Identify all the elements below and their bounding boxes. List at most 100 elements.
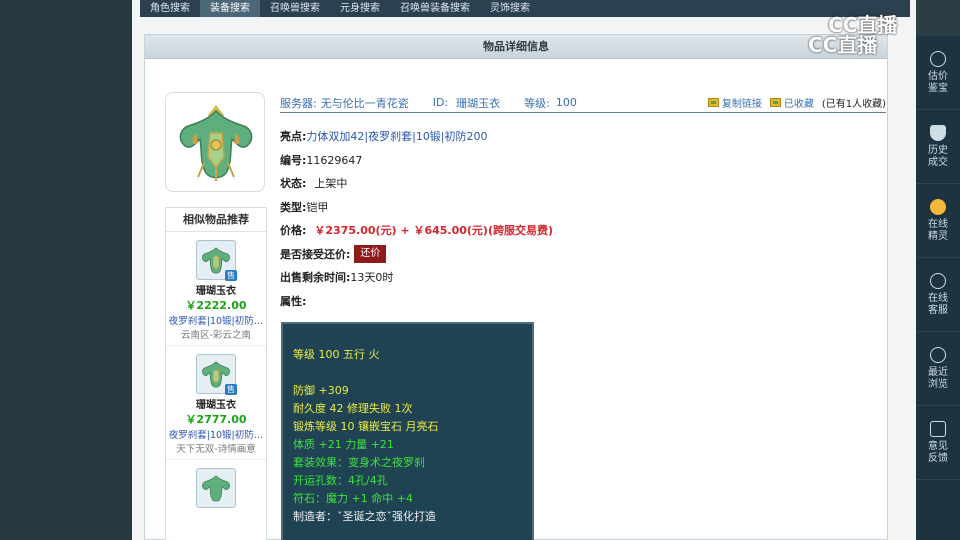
similar-item-icon[interactable]: 售 — [196, 240, 237, 281]
item-detail-list: 亮点: 力体双加42|夜罗刹套|10锻|初防200 编号: 11629647 状… — [280, 125, 880, 313]
attribute-line: 开运孔数：4孔/4孔 — [293, 474, 388, 487]
sidebar-item-online-service[interactable]: 在线客服 — [916, 258, 960, 332]
sidebar-item-label: 估价鉴宝 — [928, 70, 948, 94]
sale-badge: 售 — [225, 270, 237, 281]
status-value: 上架中 — [314, 177, 348, 190]
type-label: 类型: — [280, 200, 307, 214]
similar-item-icon[interactable]: 售 — [196, 354, 237, 395]
attribute-line: 体质 +21 力量 +21 — [293, 438, 394, 451]
favorite-count: (已有1人收藏) — [821, 99, 886, 110]
attribute-line: 防御 +309 — [293, 384, 349, 397]
tab-summon-search[interactable]: 召唤兽搜索 — [260, 0, 330, 17]
item-info-row: 服务器: 无与伦比一青花瓷 ID: 珊瑚玉衣 等级: 100 复制链接 已收藏 … — [280, 93, 886, 113]
attribute-line: 制造者：ˇ圣诞之恋ˇ强化打造 — [293, 510, 436, 523]
attribute-box: 等级 100 五行 火防御 +309 耐久度 42 修理失败 1次锻炼等级 10 … — [281, 322, 534, 540]
sidebar-item-label: 在线客服 — [928, 292, 948, 316]
list-item[interactable] — [166, 468, 266, 508]
serial-value: 11629647 — [306, 153, 363, 167]
favorite-button[interactable]: 已收藏 — [769, 95, 814, 110]
sidebar-item-recent[interactable]: 最近浏览 — [916, 332, 960, 406]
item-actions: 复制链接 已收藏 (已有1人收藏) — [707, 95, 886, 110]
attribute-line: 锻炼等级 10 镶嵌宝石 月亮石 — [293, 420, 439, 433]
tab-body-search[interactable]: 元身搜索 — [330, 0, 390, 17]
price-row: 价格: ￥2375.00(元) + ￥645.00(元)(跨服交易费) — [280, 219, 880, 243]
copy-link-icon — [707, 98, 719, 107]
attribute-line — [293, 364, 532, 382]
similar-items-title: 相似物品推荐 — [166, 208, 266, 232]
attribute-row: 属性: — [280, 290, 880, 314]
sidebar-item-label: 历史成交 — [928, 144, 948, 168]
remain-time-value: 13天0时 — [350, 271, 394, 284]
headset-icon — [930, 272, 946, 289]
sidebar-item-label: 最近浏览 — [928, 366, 948, 390]
price-value: ￥2375.00(元) + ￥645.00(元)(跨服交易费) — [314, 224, 553, 237]
similar-items: 相似物品推荐 售 珊瑚玉衣 ￥2222.00 夜罗刹套|10锻|初防… 云南区-… — [165, 207, 267, 540]
level-value: 100 — [555, 96, 577, 109]
similar-item-price: ￥2222.00 — [185, 299, 247, 312]
level-label: 等级: — [524, 96, 550, 110]
avatar-icon — [930, 198, 946, 215]
list-item[interactable]: 售 珊瑚玉衣 ￥2777.00 夜罗刹套|10锻|初防… 天下无双-诗情画意 — [166, 354, 266, 460]
tab-role-search[interactable]: 角色搜索 — [140, 0, 200, 17]
top-nav: 角色搜索 装备搜索 召唤兽搜索 元身搜索 召唤兽装备搜索 灵饰搜索 — [140, 0, 910, 17]
remain-time-row: 出售剩余时间: 13天0时 — [280, 266, 880, 290]
item-detail-panel: 物品详细信息 相似物品推荐 售 珊瑚玉衣 ￥2222.00 夜罗刹套|10锻|初… — [144, 34, 888, 540]
clock-icon — [930, 346, 946, 363]
serial-row: 编号: 11629647 — [280, 149, 880, 173]
similar-item-server: 天下无双-诗情画意 — [166, 441, 266, 460]
similar-item-tags[interactable]: 夜罗刹套|10锻|初防… — [166, 313, 266, 327]
similar-item-name[interactable]: 珊瑚玉衣 — [166, 282, 266, 297]
sidebar-item-label: 在线精灵 — [928, 218, 948, 242]
id-value: 珊瑚玉衣 — [456, 96, 501, 110]
right-sidebar: 估价鉴宝 历史成交 在线精灵 在线客服 最近浏览 意见反馈 — [916, 36, 960, 540]
serial-label: 编号: — [280, 153, 307, 167]
shield-icon — [930, 124, 946, 141]
similar-item-icon[interactable] — [196, 468, 236, 508]
copy-link-label: 复制链接 — [721, 99, 762, 110]
status-row: 状态: 上架中 — [280, 172, 880, 196]
similar-item-server: 云南区-彩云之南 — [166, 327, 266, 346]
type-row: 类型: 铠甲 — [280, 196, 880, 220]
server-value: 无与伦比一青花瓷 — [320, 96, 409, 110]
highlight-value[interactable]: 力体双加42|夜罗刹套|10锻|初防200 — [306, 125, 487, 149]
status-label: 状态: — [280, 177, 307, 190]
item-thumbnail — [165, 92, 265, 192]
similar-item-name[interactable]: 珊瑚玉衣 — [166, 396, 266, 411]
id-label: ID: — [432, 96, 449, 109]
remain-time-label: 出售剩余时间: — [280, 271, 351, 284]
attribute-line: 耐久度 42 修理失败 1次 — [293, 402, 413, 415]
sidebar-item-label: 意见反馈 — [928, 440, 948, 464]
sidebar-item-history[interactable]: 历史成交 — [916, 110, 960, 184]
price-label: 价格: — [280, 224, 307, 237]
highlight-label: 亮点: — [280, 130, 307, 143]
armor-icon — [202, 475, 230, 502]
list-item[interactable]: 售 珊瑚玉衣 ￥2222.00 夜罗刹套|10锻|初防… 云南区-彩云之南 — [166, 240, 266, 346]
type-value: 铠甲 — [306, 200, 329, 214]
watermark-logo: CC直播 — [808, 33, 878, 57]
armor-icon — [179, 105, 253, 181]
tab-ornament-search[interactable]: 灵饰搜索 — [480, 0, 540, 17]
attribute-label: 属性: — [280, 294, 307, 308]
sidebar-item-online-sprite[interactable]: 在线精灵 — [916, 184, 960, 258]
attribute-line: 等级 100 五行 火 — [293, 348, 380, 361]
left-background — [0, 0, 132, 540]
sidebar-item-feedback[interactable]: 意见反馈 — [916, 406, 960, 480]
similar-item-price: ￥2777.00 — [185, 413, 247, 426]
bargain-row: 是否接受还价: 还价 — [280, 243, 880, 267]
favorite-label: 已收藏 — [783, 99, 814, 110]
tab-summon-equipment-search[interactable]: 召唤兽装备搜索 — [390, 0, 480, 17]
favorite-icon — [769, 98, 781, 107]
copy-link-button[interactable]: 复制链接 — [707, 95, 762, 110]
highlight-row: 亮点: 力体双加42|夜罗刹套|10锻|初防200 — [280, 125, 880, 149]
bargain-label: 是否接受还价: — [280, 247, 351, 261]
watermark: CC直播 CC直播 — [808, 10, 958, 70]
sale-badge: 售 — [225, 384, 237, 395]
similar-item-tags[interactable]: 夜罗刹套|10锻|初防… — [166, 427, 266, 441]
edit-icon — [930, 420, 946, 437]
panel-title: 物品详细信息 — [145, 35, 887, 59]
bargain-button[interactable]: 还价 — [354, 245, 387, 264]
attribute-line: 符石：魔力 +1 命中 +4 — [293, 492, 413, 505]
attribute-line: 套装效果：变身术之夜罗刹 — [293, 456, 425, 469]
server-label: 服务器: — [280, 96, 317, 110]
tab-equipment-search[interactable]: 装备搜索 — [200, 0, 260, 17]
